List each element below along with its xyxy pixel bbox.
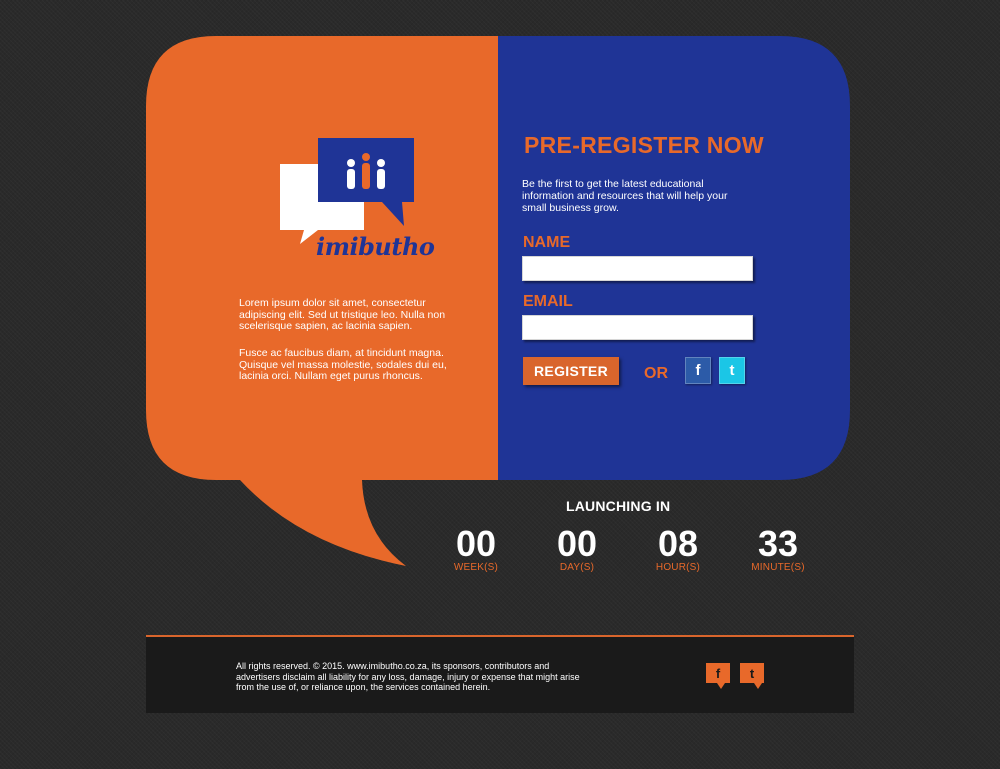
twitter-icon[interactable]: t [719, 357, 745, 384]
countdown-hours: 08 HOUR(S) [643, 523, 713, 574]
brand-logo-text: imibutho [316, 232, 435, 261]
countdown-value: 33 [757, 523, 799, 564]
intro-paragraph-1: Lorem ipsum dolor sit amet, consectetur … [239, 297, 446, 332]
countdown-label: DAY(S) [559, 562, 595, 573]
name-input[interactable] [522, 256, 753, 281]
intro-paragraph-2: Fusce ac faucibus diam, at tincidunt mag… [239, 347, 447, 382]
footer: All rights reserved. © 2015. www.imibuth… [146, 635, 854, 713]
countdown-value: 00 [556, 523, 598, 564]
email-input[interactable] [522, 315, 753, 340]
countdown-label: MINUTE(S) [751, 562, 805, 573]
countdown-label: HOUR(S) [655, 562, 701, 573]
countdown-value: 00 [455, 523, 497, 564]
footer-twitter-icon[interactable]: t [740, 663, 764, 689]
countdown-days: 00 DAY(S) [542, 523, 612, 574]
footer-disclaimer: All rights reserved. © 2015. www.imibuth… [236, 661, 580, 692]
countdown-label: WEEK(S) [453, 562, 499, 573]
register-button[interactable]: REGISTER [523, 357, 619, 385]
countdown-title: LAUNCHING IN [566, 498, 671, 514]
countdown-minutes: 33 MINUTE(S) [743, 523, 813, 574]
email-label: EMAIL [523, 293, 573, 310]
preregister-description: Be the first to get the latest education… [522, 178, 728, 214]
countdown-weeks: 00 WEEK(S) [441, 523, 511, 574]
or-label: OR [644, 365, 668, 382]
countdown-value: 08 [657, 523, 699, 564]
footer-facebook-icon[interactable]: f [706, 663, 730, 689]
preregister-title: PRE-REGISTER NOW [524, 132, 764, 158]
preregister-panel: PRE-REGISTER NOW Be the first to get the… [498, 36, 850, 480]
name-label: NAME [523, 234, 571, 251]
intro-panel: imibutho Lorem ipsum dolor sit amet, con… [146, 36, 498, 480]
facebook-icon[interactable]: f [685, 357, 711, 384]
